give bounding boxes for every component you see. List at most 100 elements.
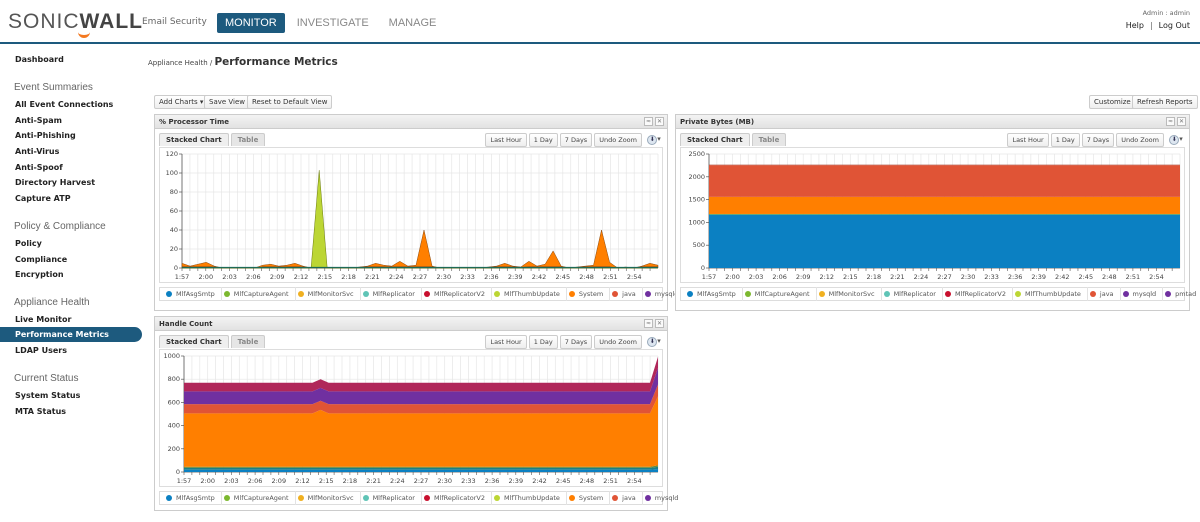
- collapse-icon[interactable]: ≈: [1166, 117, 1175, 126]
- legend-label: pmtad: [1175, 290, 1197, 298]
- legend-item[interactable]: MlfReplicator: [361, 491, 422, 505]
- private-bytes-panel: Private Bytes (MB) ≈ ✕ Stacked Chart Tab…: [675, 114, 1196, 311]
- legend-item[interactable]: System: [567, 491, 611, 505]
- chart-legend: MlfAsgSmtp MlfCaptureAgent MlfMonitorSvc Ml…: [159, 491, 678, 505]
- legend-item[interactable]: MlfMonitorSvc: [817, 287, 882, 301]
- sidebar-item-live-monitor[interactable]: Live Monitor: [15, 315, 71, 324]
- undo-zoom-button[interactable]: Undo Zoom: [594, 335, 642, 349]
- legend-item[interactable]: MlfCaptureAgent: [222, 491, 296, 505]
- 7-days-button[interactable]: 7 Days: [1081, 133, 1115, 147]
- y-tick-label: 200: [168, 445, 180, 453]
- sidebar-item-anti-spam[interactable]: Anti-Spam: [15, 116, 62, 125]
- legend-item[interactable]: MlfReplicatorV2: [943, 287, 1013, 301]
- legend-item[interactable]: MlfReplicator: [882, 287, 943, 301]
- chart-area[interactable]: 0 500 1000 1500 2000 2500 1:57 2:00 2:03 2:06 2:09…: [680, 147, 1185, 283]
- save-view-button[interactable]: Save View: [204, 95, 251, 109]
- chart-svg[interactable]: 0 200 400 600 800 1000 1:57 2:00 2:03 2:06 2:09 2:1…: [160, 350, 664, 488]
- sidebar-item-compliance[interactable]: Compliance: [15, 255, 67, 264]
- legend-item[interactable]: MlfThumbUpdate: [1013, 287, 1088, 301]
- legend-item[interactable]: System: [567, 287, 611, 301]
- download-menu-button[interactable]: ⬇ ▾: [644, 133, 664, 147]
- tab-table[interactable]: Table: [751, 133, 787, 146]
- download-menu-button[interactable]: ⬇ ▾: [1166, 133, 1186, 147]
- 1-day-button[interactable]: 1 Day: [528, 335, 558, 349]
- chart-area[interactable]: 0 200 400 600 800 1000 1:57 2:00 2:03 2:06 2:09 2:1…: [159, 349, 663, 487]
- help-link[interactable]: Help: [1126, 21, 1144, 30]
- legend-dot-icon: [1089, 291, 1096, 297]
- tab-table[interactable]: Table: [230, 335, 266, 348]
- legend-item[interactable]: MlfMonitorSvc: [296, 287, 361, 301]
- close-icon[interactable]: ✕: [1177, 117, 1186, 126]
- sidebar-item-all-event-connections[interactable]: All Event Connections: [15, 100, 113, 109]
- legend-item[interactable]: mysqld: [1121, 287, 1164, 301]
- legend-item[interactable]: MlfReplicatorV2: [422, 491, 492, 505]
- sidebar-item-anti-virus[interactable]: Anti-Virus: [15, 147, 59, 156]
- sidebar-item-directory-harvest[interactable]: Directory Harvest: [15, 178, 95, 187]
- tab-investigate[interactable]: INVESTIGATE: [289, 13, 377, 33]
- sidebar-item-anti-phishing[interactable]: Anti-Phishing: [15, 131, 76, 140]
- x-tick-label: 2:36: [485, 477, 500, 485]
- 7-days-button[interactable]: 7 Days: [559, 335, 593, 349]
- 1-day-button[interactable]: 1 Day: [1050, 133, 1080, 147]
- legend-item[interactable]: MlfAsgSmtp: [685, 287, 743, 301]
- x-tick-label: 2:00: [200, 477, 215, 485]
- tab-stacked-chart[interactable]: Stacked Chart: [159, 335, 229, 348]
- collapse-icon[interactable]: ≈: [644, 319, 653, 328]
- sidebar-item-encryption[interactable]: Encryption: [15, 270, 64, 279]
- close-icon[interactable]: ✕: [655, 319, 664, 328]
- chart-svg[interactable]: 0 20 40 60 80 100 120 1:57 2:00 2:03 2:06 2:09 2:12 2…: [160, 148, 664, 284]
- chart-legend: MlfAsgSmtp MlfCaptureAgent MlfMonitorSvc Ml…: [159, 287, 678, 301]
- sidebar-item-performance-metrics[interactable]: Performance Metrics: [0, 327, 142, 342]
- undo-zoom-button[interactable]: Undo Zoom: [594, 133, 642, 147]
- download-menu-button[interactable]: ⬇ ▾: [644, 335, 664, 349]
- chart-area[interactable]: 0 20 40 60 80 100 120 1:57 2:00 2:03 2:06 2:09 2:12 2…: [159, 147, 663, 283]
- sidebar-item-ldap-users[interactable]: LDAP Users: [15, 346, 67, 355]
- legend-item[interactable]: pmtad: [1163, 287, 1200, 301]
- legend-item[interactable]: MlfThumbUpdate: [492, 287, 567, 301]
- tab-stacked-chart[interactable]: Stacked Chart: [680, 133, 750, 146]
- sidebar-item-anti-spoof[interactable]: Anti-Spoof: [15, 163, 63, 172]
- x-tick-label: 2:00: [725, 273, 740, 281]
- sidebar-item-policy[interactable]: Policy: [15, 239, 42, 248]
- collapse-icon[interactable]: ≈: [644, 117, 653, 126]
- 1-day-button[interactable]: 1 Day: [528, 133, 558, 147]
- last-hour-button[interactable]: Last Hour: [485, 133, 527, 147]
- legend-item[interactable]: MlfReplicator: [361, 287, 422, 301]
- sidebar-item-dashboard[interactable]: Dashboard: [15, 55, 64, 64]
- last-hour-button[interactable]: Last Hour: [1007, 133, 1049, 147]
- chart-svg[interactable]: 0 500 1000 1500 2000 2500 1:57 2:00 2:03 2:06 2:09…: [681, 148, 1186, 284]
- customize-button[interactable]: Customize: [1089, 95, 1136, 109]
- legend-item[interactable]: MlfMonitorSvc: [296, 491, 361, 505]
- legend-label: MlfCaptureAgent: [233, 290, 289, 298]
- legend-item[interactable]: java: [610, 287, 643, 301]
- legend-label: MlfReplicatorV2: [954, 290, 1006, 298]
- last-hour-button[interactable]: Last Hour: [485, 335, 527, 349]
- sidebar-item-system-status[interactable]: System Status: [15, 391, 80, 400]
- tab-monitor[interactable]: MONITOR: [217, 13, 285, 33]
- legend-item[interactable]: MlfCaptureAgent: [222, 287, 296, 301]
- sidebar-item-mta-status[interactable]: MTA Status: [15, 407, 66, 416]
- undo-zoom-button[interactable]: Undo Zoom: [1116, 133, 1164, 147]
- close-icon[interactable]: ✕: [655, 117, 664, 126]
- breadcrumb-parent[interactable]: Appliance Health: [148, 59, 208, 67]
- tab-stacked-chart[interactable]: Stacked Chart: [159, 133, 229, 146]
- legend-item[interactable]: java: [610, 491, 643, 505]
- legend-item[interactable]: MlfAsgSmtp: [164, 287, 222, 301]
- legend-item[interactable]: java: [1088, 287, 1121, 301]
- legend-item[interactable]: MlfCaptureAgent: [743, 287, 817, 301]
- legend-item[interactable]: mysqld: [643, 491, 685, 505]
- refresh-reports-button[interactable]: Refresh Reports: [1132, 95, 1198, 109]
- add-charts-button[interactable]: Add Charts ▾: [154, 95, 209, 109]
- tab-manage[interactable]: MANAGE: [381, 13, 445, 33]
- reset-default-view-button[interactable]: Reset to Default View: [247, 95, 333, 109]
- 7-days-button[interactable]: 7 Days: [559, 133, 593, 147]
- legend-dot-icon: [297, 495, 304, 501]
- logout-link[interactable]: Log Out: [1159, 21, 1190, 30]
- sidebar-item-capture-atp[interactable]: Capture ATP: [15, 194, 71, 203]
- legend-dot-icon: [494, 291, 500, 297]
- legend-item[interactable]: MlfAsgSmtp: [164, 491, 222, 505]
- tab-table[interactable]: Table: [230, 133, 266, 146]
- x-tick-label: 2:03: [222, 273, 237, 281]
- legend-item[interactable]: MlfReplicatorV2: [422, 287, 492, 301]
- legend-item[interactable]: MlfThumbUpdate: [492, 491, 567, 505]
